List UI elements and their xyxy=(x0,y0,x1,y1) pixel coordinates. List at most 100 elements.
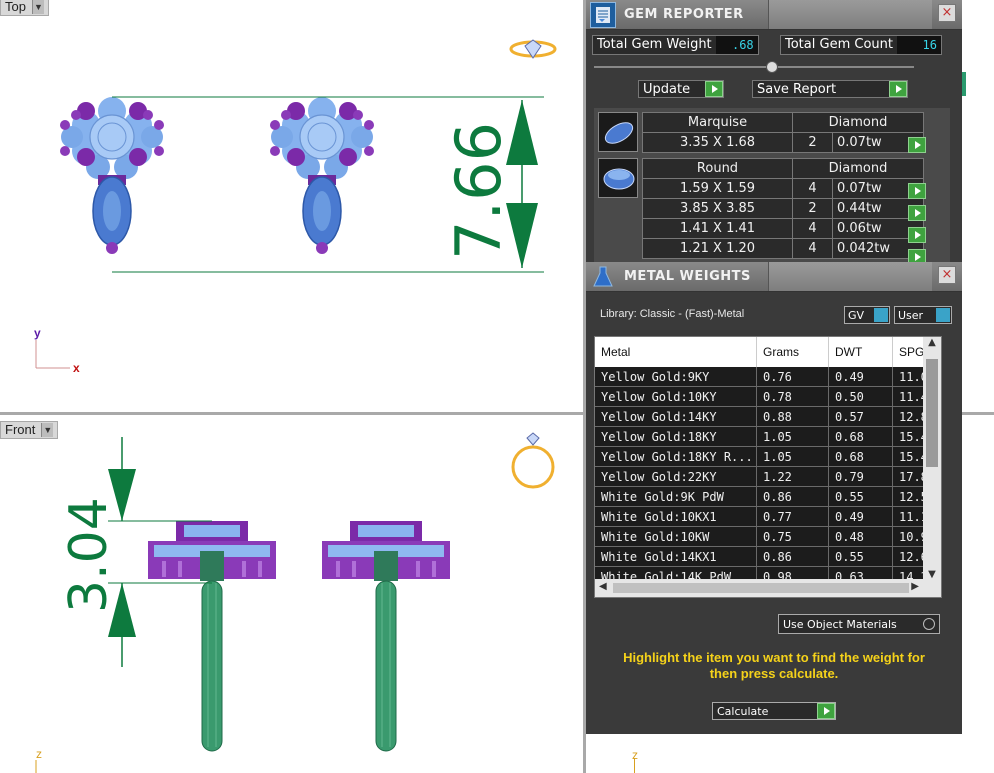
gem-shape: Marquise xyxy=(642,112,793,133)
table-row[interactable]: White Gold:10KW 0.75 0.48 10.99 xyxy=(595,527,941,547)
col-dwt[interactable]: DWT xyxy=(829,337,893,367)
table-row[interactable]: White Gold:9K PdW 0.86 0.55 12.59 xyxy=(595,487,941,507)
table-row[interactable]: Yellow Gold:14KY 0.88 0.57 12.88 xyxy=(595,407,941,427)
metal-weights-titlebar[interactable]: METAL WEIGHTS × xyxy=(586,262,962,292)
gem-size: 3.85 X 3.85 xyxy=(642,198,793,219)
table-header: Metal Grams DWT SPG xyxy=(595,337,941,367)
select-gem-button[interactable] xyxy=(908,137,926,153)
titlebar-spacer xyxy=(768,0,932,29)
gem-qty: 4 xyxy=(792,238,833,259)
gem-qty: 4 xyxy=(792,218,833,239)
slider-thumb[interactable] xyxy=(766,61,778,73)
total-gem-count-label: Total Gem Count xyxy=(781,36,897,54)
titlebar-spacer xyxy=(768,262,932,291)
gv-toggle[interactable]: GV xyxy=(844,306,890,324)
axis-z-label: z xyxy=(632,748,638,762)
table-cell: Yellow Gold:10KY xyxy=(595,387,757,406)
top-viewport[interactable]: Top ▼ 7.66 y x xyxy=(0,0,583,412)
total-gem-weight-label: Total Gem Weight xyxy=(593,36,716,54)
table-cell: Yellow Gold:9KY xyxy=(595,367,757,386)
select-gem-button[interactable] xyxy=(908,205,926,221)
play-arrow-icon xyxy=(889,81,907,97)
metal-table[interactable]: Metal Grams DWT SPG Yellow Gold:9KY 0.76 0… xyxy=(594,336,942,598)
table-cell: 0.88 xyxy=(757,407,829,426)
table-cell: 1.05 xyxy=(757,427,829,446)
gem-size: 3.35 X 1.68 xyxy=(642,132,793,153)
update-label: Update xyxy=(643,81,691,97)
table-cell: White Gold:9K PdW xyxy=(595,487,757,506)
gem-reporter-titlebar[interactable]: GEM REPORTER × xyxy=(586,0,962,30)
use-object-materials-toggle[interactable]: Use Object Materials xyxy=(778,614,940,634)
table-cell: 0.68 xyxy=(829,447,893,466)
metal-weights-title: METAL WEIGHTS xyxy=(624,269,751,284)
dimension-3-04: 3.04 xyxy=(59,497,119,613)
scroll-left-icon[interactable]: ◀ xyxy=(599,581,607,592)
axis-z-label: z xyxy=(36,747,42,761)
close-icon[interactable]: × xyxy=(938,4,956,22)
gem-shape: Round xyxy=(642,158,793,179)
col-grams[interactable]: Grams xyxy=(757,337,829,367)
table-row[interactable]: White Gold:10KX1 0.77 0.49 11.18 xyxy=(595,507,941,527)
gem-qty: 2 xyxy=(792,198,833,219)
table-row[interactable]: Yellow Gold:10KY 0.78 0.50 11.45 xyxy=(595,387,941,407)
gem-material: Diamond xyxy=(792,112,924,133)
table-cell: 0.68 xyxy=(829,427,893,446)
gem-size: 1.59 X 1.59 xyxy=(642,178,793,199)
gem-size: 1.21 X 1.20 xyxy=(642,238,793,259)
user-label: User xyxy=(898,308,924,322)
select-gem-button[interactable] xyxy=(908,227,926,243)
horizontal-scrollbar[interactable]: ◀ ▶ xyxy=(595,579,941,597)
user-toggle[interactable]: User xyxy=(894,306,952,324)
gem-material: Diamond xyxy=(792,158,924,179)
scroll-right-icon[interactable]: ▶ xyxy=(911,581,919,592)
table-cell: 0.55 xyxy=(829,547,893,566)
vertical-scrollbar[interactable]: ▲ ▼ xyxy=(923,337,941,580)
save-report-label: Save Report xyxy=(757,81,837,97)
table-cell: 0.86 xyxy=(757,547,829,566)
table-cell: 0.76 xyxy=(757,367,829,386)
table-cell: 0.75 xyxy=(757,527,829,546)
table-cell: 0.50 xyxy=(829,387,893,406)
round-gem-icon xyxy=(598,158,638,198)
gem-qty: 4 xyxy=(792,178,833,199)
report-slider[interactable] xyxy=(594,61,914,73)
table-cell: 1.22 xyxy=(757,467,829,486)
play-arrow-icon xyxy=(705,81,723,97)
total-gem-count-value: 16 xyxy=(896,36,941,54)
table-cell: 0.49 xyxy=(829,367,893,386)
table-row[interactable]: White Gold:14KX1 0.86 0.55 12.61 xyxy=(595,547,941,567)
toggle-indicator-icon xyxy=(936,308,950,322)
table-cell: 0.57 xyxy=(829,407,893,426)
library-label: Library: Classic - (Fast)-Metal xyxy=(600,308,745,320)
total-gem-weight: Total Gem Weight .68 xyxy=(592,35,759,55)
table-row[interactable]: Yellow Gold:22KY 1.22 0.79 17.89 xyxy=(595,467,941,487)
flask-icon xyxy=(590,264,616,290)
calculate-label: Calculate xyxy=(717,704,769,718)
table-cell: Yellow Gold:22KY xyxy=(595,467,757,486)
update-button[interactable]: Update xyxy=(638,80,724,98)
close-icon[interactable]: × xyxy=(938,266,956,284)
toggle-indicator-icon xyxy=(874,308,888,322)
calculate-button[interactable]: Calculate xyxy=(712,702,836,720)
select-gem-button[interactable] xyxy=(908,183,926,199)
scroll-thumb[interactable] xyxy=(926,359,938,467)
table-row[interactable]: Yellow Gold:18KY R... 1.05 0.68 15.41 xyxy=(595,447,941,467)
gem-reporter-panel: GEM REPORTER × Total Gem Weight .68 Tota… xyxy=(586,0,962,265)
table-row[interactable]: Yellow Gold:9KY 0.76 0.49 11.08 xyxy=(595,367,941,387)
scroll-up-icon[interactable]: ▲ xyxy=(923,337,941,348)
table-row[interactable]: Yellow Gold:18KY 1.05 0.68 15.41 xyxy=(595,427,941,447)
table-cell: 0.49 xyxy=(829,507,893,526)
table-cell: White Gold:10KX1 xyxy=(595,507,757,526)
hscroll-thumb[interactable] xyxy=(613,583,909,593)
table-cell: 0.77 xyxy=(757,507,829,526)
table-cell: White Gold:10KW xyxy=(595,527,757,546)
use-object-materials-label: Use Object Materials xyxy=(783,617,897,631)
instruction-text: Highlight the item you want to find the … xyxy=(623,650,925,681)
gem-list: Marquise Diamond 3.35 X 1.68 2 0.07tw Ro… xyxy=(594,108,950,265)
col-metal[interactable]: Metal xyxy=(595,337,757,367)
save-report-button[interactable]: Save Report xyxy=(752,80,908,98)
table-cell: 0.79 xyxy=(829,467,893,486)
right-bottom-axis: z xyxy=(632,744,652,773)
front-viewport[interactable]: Front ▼ 3.04 z xyxy=(0,415,583,773)
gv-label: GV xyxy=(848,308,865,322)
